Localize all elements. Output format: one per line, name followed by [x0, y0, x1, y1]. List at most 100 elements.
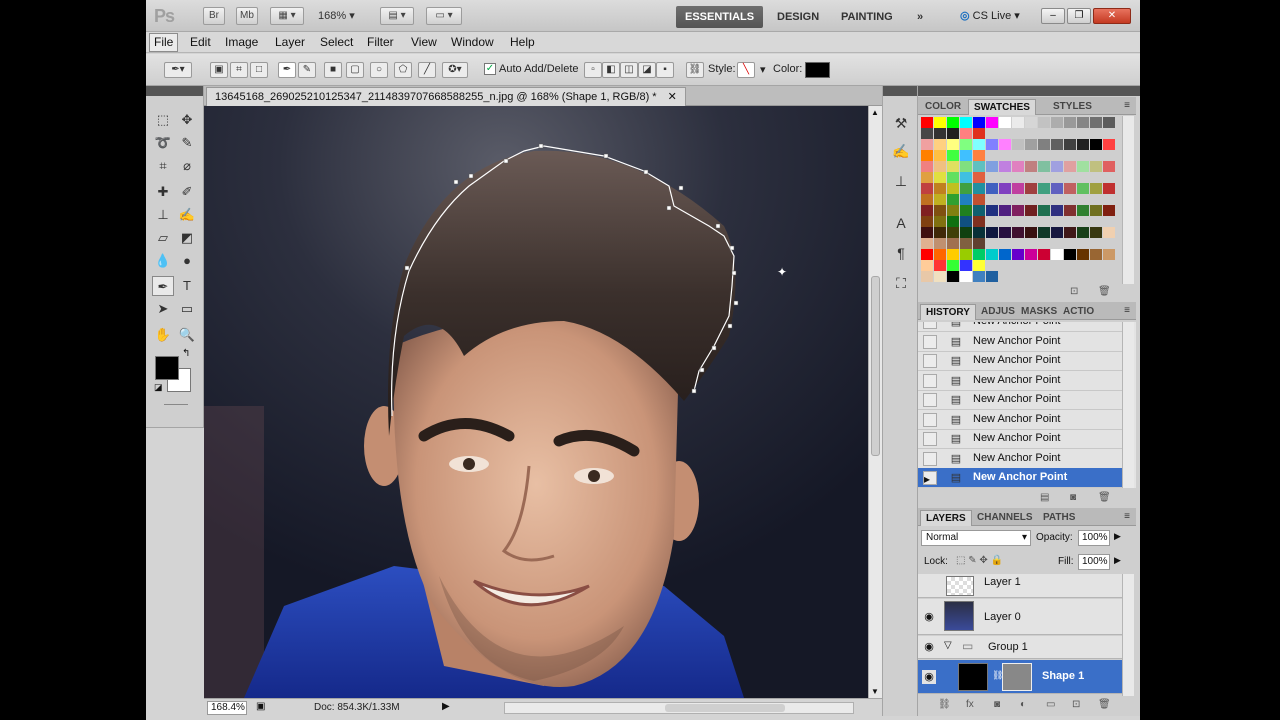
color-swatch-cell[interactable]: [947, 172, 959, 183]
color-swatch-cell[interactable]: [947, 150, 959, 161]
color-swatch-cell[interactable]: [960, 260, 972, 271]
color-swatch-cell[interactable]: [986, 271, 998, 282]
color-swatch-cell[interactable]: [1038, 161, 1050, 172]
auto-add-delete-checkbox[interactable]: ✓: [484, 63, 496, 75]
color-swatch-cell[interactable]: [934, 161, 946, 172]
color-swatch-cell[interactable]: [1012, 249, 1024, 260]
new-swatch-icon[interactable]: ⊡: [1070, 286, 1078, 297]
color-swatch-cell[interactable]: [1103, 183, 1115, 194]
color-swatch-cell[interactable]: [973, 139, 985, 150]
color-swatch-cell[interactable]: [921, 249, 933, 260]
tools-panel-header[interactable]: [146, 86, 203, 96]
workspace-more[interactable]: »: [908, 6, 932, 28]
color-swatch-cell[interactable]: [960, 128, 972, 139]
zoom-level-select[interactable]: 168% ▾: [318, 9, 355, 22]
minimize-button[interactable]: –: [1041, 8, 1065, 24]
shape-tool-icon[interactable]: ▭: [176, 299, 198, 319]
marquee-tool-icon[interactable]: ⬚: [152, 110, 174, 130]
clone-stamp-tool-icon[interactable]: ⊥: [152, 205, 174, 225]
color-swatch-cell[interactable]: [921, 216, 933, 227]
color-swatch-cell[interactable]: [1051, 227, 1063, 238]
path-combine-icon[interactable]: ▪: [656, 62, 674, 78]
path-selection-tool-icon[interactable]: ➤: [152, 299, 174, 319]
zoom-tool-icon[interactable]: 🔍: [176, 325, 198, 345]
tab-paths[interactable]: PATHS: [1038, 510, 1080, 526]
lock-icons[interactable]: ⬚ ✎ ✥ 🔒: [956, 555, 1003, 566]
freeform-pen-option-icon[interactable]: ✎: [298, 62, 316, 78]
new-group-icon[interactable]: ▭: [1046, 699, 1055, 710]
color-swatch-cell[interactable]: [934, 150, 946, 161]
paragraph-panel-icon[interactable]: ¶: [890, 242, 912, 264]
color-swatch-cell[interactable]: [1038, 139, 1050, 150]
color-swatch-cell[interactable]: [986, 205, 998, 216]
color-swatch-cell[interactable]: [973, 238, 985, 249]
new-snapshot-icon[interactable]: ◙: [1070, 492, 1076, 503]
color-swatch-cell[interactable]: [934, 172, 946, 183]
crop-tool-icon[interactable]: ⌗: [152, 156, 174, 176]
clone-source-panel-icon[interactable]: ⊥: [890, 170, 912, 192]
color-swatch-cell[interactable]: [1077, 183, 1089, 194]
color-swatch-cell[interactable]: [960, 161, 972, 172]
delete-layer-icon[interactable]: 🗑: [1098, 699, 1111, 710]
scroll-up-arrow[interactable]: ▲: [871, 108, 879, 117]
menu-window[interactable]: Window: [451, 35, 494, 49]
color-swatch-cell[interactable]: [999, 161, 1011, 172]
menu-filter[interactable]: Filter: [367, 35, 394, 49]
tab-actions[interactable]: ACTIO: [1058, 304, 1099, 320]
tab-swatches[interactable]: SWATCHES: [968, 99, 1036, 115]
opacity-slider-arrow[interactable]: ▶: [1114, 531, 1121, 542]
blend-mode-select[interactable]: Normal ▾: [921, 530, 1031, 546]
history-item[interactable]: ▤ New Anchor Point: [918, 371, 1123, 391]
history-brush-source-box[interactable]: [923, 393, 937, 407]
color-swatch-cell[interactable]: [973, 161, 985, 172]
color-swatch-cell[interactable]: [1090, 139, 1102, 150]
new-layer-icon[interactable]: ⊡: [1072, 699, 1080, 710]
color-swatch-cell[interactable]: [1051, 249, 1063, 260]
shape-layers-mode-icon[interactable]: ▣: [210, 62, 228, 78]
color-swatch-cell[interactable]: [947, 205, 959, 216]
tab-masks[interactable]: MASKS: [1016, 304, 1062, 320]
color-swatch-cell[interactable]: [1038, 117, 1050, 128]
color-swatch-cell[interactable]: [947, 260, 959, 271]
color-swatch-cell[interactable]: [973, 117, 985, 128]
canvas-vertical-scrollbar[interactable]: ▲ ▼: [868, 106, 882, 698]
color-swatch-cell[interactable]: [947, 139, 959, 150]
color-swatch-cell[interactable]: [934, 205, 946, 216]
color-swatch-cell[interactable]: [921, 238, 933, 249]
hand-tool-icon[interactable]: ✋: [152, 325, 174, 345]
color-swatch-cell[interactable]: [921, 161, 933, 172]
color-swatch-cell[interactable]: [921, 128, 933, 139]
color-swatch-cell[interactable]: [1077, 161, 1089, 172]
color-swatch-cell[interactable]: [973, 194, 985, 205]
layers-scrollbar[interactable]: [1122, 574, 1134, 696]
vertical-scroll-thumb[interactable]: [871, 276, 880, 456]
color-swatch-cell[interactable]: [1090, 205, 1102, 216]
color-swatch-cell[interactable]: [921, 194, 933, 205]
color-swatch-cell[interactable]: [999, 117, 1011, 128]
swatches-scrollbar[interactable]: [1122, 116, 1134, 284]
color-swatch-cell[interactable]: [973, 271, 985, 282]
path-exclude-icon[interactable]: ◪: [638, 62, 656, 78]
canvas-horizontal-scrollbar[interactable]: [504, 702, 854, 714]
layer-row[interactable]: Layer 1: [918, 574, 1123, 598]
link-icon[interactable]: ⛓: [686, 62, 704, 78]
character-panel-icon[interactable]: A: [890, 212, 912, 234]
color-swatch-cell[interactable]: [999, 139, 1011, 150]
menu-select[interactable]: Select: [320, 35, 353, 49]
pen-tool-icon[interactable]: ✒: [152, 276, 174, 296]
add-mask-icon[interactable]: ◙: [994, 699, 1000, 710]
brush-tool-icon[interactable]: ✐: [176, 182, 198, 202]
color-swatch-cell[interactable]: [1012, 227, 1024, 238]
history-item[interactable]: ▤ New Anchor Point: [918, 449, 1123, 469]
color-swatch-cell[interactable]: [973, 227, 985, 238]
color-swatch-cell[interactable]: [1103, 249, 1115, 260]
color-swatch-cell[interactable]: [934, 249, 946, 260]
history-scrollbar[interactable]: [1122, 322, 1134, 488]
workspace-essentials[interactable]: ESSENTIALS: [676, 6, 764, 28]
dock-header[interactable]: [883, 86, 917, 96]
tab-color[interactable]: COLOR: [920, 99, 966, 115]
color-swatch-cell[interactable]: [921, 205, 933, 216]
color-swatch-cell[interactable]: [934, 194, 946, 205]
history-item[interactable]: ▤ New Anchor Point: [918, 410, 1123, 430]
color-swatch-cell[interactable]: [960, 194, 972, 205]
